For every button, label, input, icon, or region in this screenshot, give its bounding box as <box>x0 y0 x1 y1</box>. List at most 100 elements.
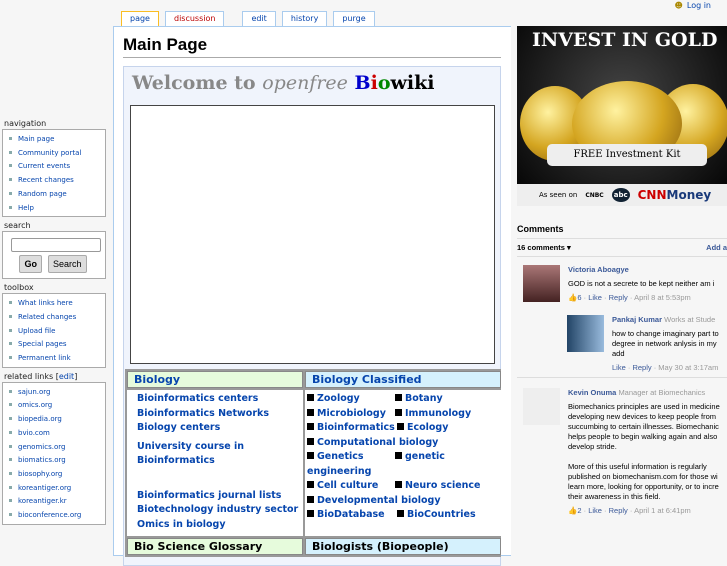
cnn-money-logo: CNNMoney <box>637 188 712 202</box>
biology-header: Biology <box>127 371 303 388</box>
tool-what-links-here[interactable]: What links here <box>9 297 105 311</box>
sidebar: navigation Main page Community portal Cu… <box>0 117 108 529</box>
reply-link[interactable]: Reply <box>609 506 628 515</box>
comment-count-dropdown[interactable]: 16 comments ▾ <box>517 243 571 252</box>
welcome-title: Welcome to openfree Biowiki <box>132 72 435 94</box>
tab-purge[interactable]: purge <box>333 11 375 26</box>
login-link[interactable]: ☻ Log in <box>675 1 711 10</box>
free-kit-button[interactable]: FREE Investment Kit <box>547 144 707 166</box>
nav-help[interactable]: Help <box>9 202 105 216</box>
tool-special-pages[interactable]: Special pages <box>9 338 105 352</box>
search-portlet: Go Search <box>2 231 106 280</box>
content-area: Main Page Welcome to openfree Biowiki Bi… <box>113 26 511 566</box>
link[interactable]: BioCountries <box>407 509 476 520</box>
like-link[interactable]: Like <box>612 363 626 372</box>
search-heading: search <box>4 221 31 231</box>
related-link[interactable]: sajun.org <box>9 386 105 400</box>
glossary-header: Bio Science Glossary <box>127 538 303 555</box>
reply-link[interactable]: Reply <box>632 363 651 372</box>
tab-discussion[interactable]: discussion <box>164 11 225 26</box>
link[interactable]: Botany <box>405 393 443 404</box>
related-link[interactable]: koreantiger.org <box>9 482 105 496</box>
avatar <box>523 265 560 302</box>
related-link[interactable]: bvio.com <box>9 427 105 441</box>
link[interactable]: Biology centers <box>129 421 301 436</box>
biology-links: Bioinformatics centers Bioinformatics Ne… <box>127 390 303 536</box>
classified-links: Zoology Botany Microbiology Immunology Bio… <box>305 390 501 536</box>
user-icon: ☻ <box>674 1 683 10</box>
add-comment-link[interactable]: Add a <box>706 243 727 252</box>
tool-upload-file[interactable]: Upload file <box>9 325 105 339</box>
like-icon[interactable]: 👍 <box>568 506 577 515</box>
like-icon[interactable]: 👍 <box>568 293 577 302</box>
comments-title: Comments <box>517 224 727 239</box>
link[interactable]: Genetics <box>317 450 395 465</box>
related-links-portlet: sajun.org omics.org biopedia.org bvio.co… <box>2 381 106 525</box>
link[interactable]: Neuro science <box>405 480 481 491</box>
comment-reply: Pankaj Kumar Works at Stude how to chang… <box>517 307 727 377</box>
page-tabs: page discussion edit history purge <box>121 11 375 26</box>
link[interactable]: Bioinformatics Networks <box>129 407 301 422</box>
link[interactable]: Immunology <box>405 408 471 419</box>
commenter-name[interactable]: Pankaj Kumar <box>612 315 662 324</box>
link[interactable]: Computational biology <box>317 437 438 448</box>
avatar <box>567 315 604 352</box>
search-input[interactable] <box>11 238 101 253</box>
biologists-header: Biologists (Biopeople) <box>305 538 501 555</box>
link[interactable]: Zoology <box>317 392 395 407</box>
related-link[interactable]: biomatics.org <box>9 454 105 468</box>
tool-related-changes[interactable]: Related changes <box>9 311 105 325</box>
related-link[interactable]: koreantiger.kr <box>9 495 105 509</box>
link[interactable]: Developmental biology <box>317 495 441 506</box>
portal-table: Biology Biology Classified Bioinformatic… <box>125 369 501 557</box>
reply-link[interactable]: Reply <box>609 293 628 302</box>
navigation-heading: navigation <box>4 119 47 128</box>
related-link[interactable]: biosophy.org <box>9 468 105 482</box>
search-button[interactable]: Search <box>47 255 87 274</box>
toolbox-heading: toolbox <box>4 283 34 293</box>
tab-history[interactable]: history <box>281 11 328 26</box>
like-link[interactable]: Like <box>588 506 602 515</box>
related-link[interactable]: bioconference.org <box>9 509 105 523</box>
related-edit-link[interactable]: edit <box>59 372 74 381</box>
nav-random-page[interactable]: Random page <box>9 188 105 202</box>
tab-edit[interactable]: edit <box>242 11 276 26</box>
comment: Victoria Aboagye GOD is not a secrete to… <box>517 257 727 307</box>
abc-logo: abc <box>611 188 630 202</box>
link[interactable]: Biotechnology industry sector <box>129 503 301 518</box>
link[interactable]: Bioinformatics centers <box>129 392 301 407</box>
nav-current-events[interactable]: Current events <box>9 160 105 174</box>
toolbox-portlet: What links here Related changes Upload f… <box>2 293 106 368</box>
commenter-name[interactable]: Victoria Aboagye <box>568 265 714 275</box>
page-title: Main Page <box>123 35 501 58</box>
cnbc-logo: CNBC <box>585 191 604 199</box>
go-button[interactable]: Go <box>19 255 42 274</box>
link[interactable]: Bioinformatics journal lists <box>129 489 301 504</box>
avatar <box>523 388 560 425</box>
as-seen-on-bar: As seen on CNBC abc CNNMoney <box>517 184 727 206</box>
comment: Kevin Onuma Manager at Biomechanics Biom… <box>517 377 727 520</box>
link[interactable]: Ecology <box>407 422 448 433</box>
related-links-heading: related links [edit] <box>4 371 78 381</box>
related-link[interactable]: biopedia.org <box>9 413 105 427</box>
link[interactable]: Bioinformatics <box>317 421 397 436</box>
nav-main-page[interactable]: Main page <box>9 133 105 147</box>
like-link[interactable]: Like <box>588 293 602 302</box>
link[interactable]: University course in Bioinformatics <box>129 440 249 469</box>
tab-page[interactable]: page <box>121 11 159 26</box>
link[interactable]: Microbiology <box>317 407 395 422</box>
related-link[interactable]: omics.org <box>9 399 105 413</box>
gold-advertisement[interactable]: INVEST IN GOLD FREE Investment Kit As se… <box>517 26 727 206</box>
navigation-portlet: Main page Community portal Current event… <box>2 129 106 218</box>
commenter-name[interactable]: Kevin Onuma <box>568 388 616 397</box>
nav-recent-changes[interactable]: Recent changes <box>9 174 105 188</box>
link[interactable]: BioDatabase <box>317 508 397 523</box>
related-link[interactable]: genomics.org <box>9 441 105 455</box>
classified-header: Biology Classified <box>305 371 501 388</box>
link[interactable]: Omics in biology <box>129 518 301 533</box>
tool-permanent-link[interactable]: Permanent link <box>9 352 105 366</box>
nav-community-portal[interactable]: Community portal <box>9 147 105 161</box>
video-embed[interactable] <box>130 105 495 364</box>
link[interactable]: Cell culture <box>317 479 395 494</box>
comments-widget: Comments 16 comments ▾ Add a Victoria Abo… <box>517 224 727 520</box>
